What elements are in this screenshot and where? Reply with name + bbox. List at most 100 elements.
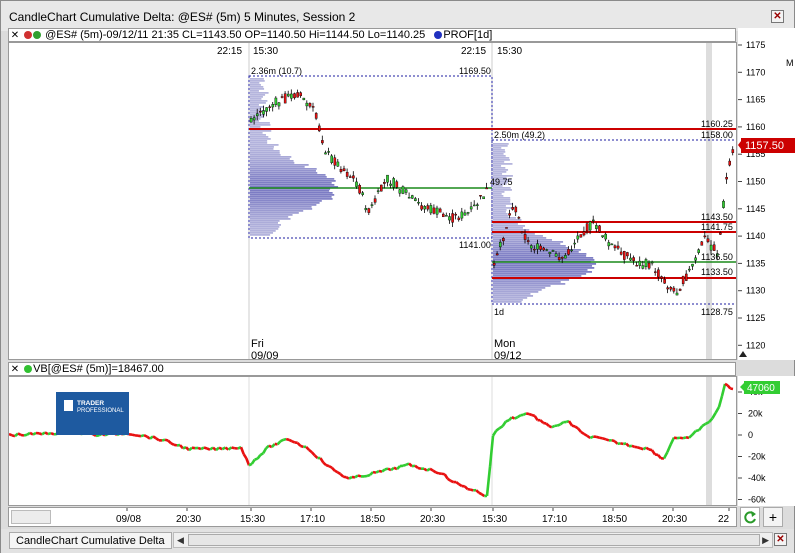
profile-bar	[493, 167, 506, 169]
box2-top-right: 1158.00	[701, 130, 733, 140]
candle-body	[579, 234, 583, 238]
profile-bar	[493, 281, 561, 283]
candle-body	[479, 195, 482, 197]
delta-segment	[637, 446, 641, 450]
delta-segment	[8, 432, 13, 437]
pane-close-icon[interactable]: ✕	[9, 364, 21, 376]
delta-segment	[505, 419, 510, 423]
price-tick-label: 1165	[746, 95, 765, 105]
profile-bar	[250, 158, 290, 160]
time-axis-scroll-box[interactable]	[11, 510, 51, 524]
delta-segment	[239, 446, 245, 455]
time-axis[interactable]: 09/08 20:30 15:30 17:10 18:50 20:30 15:30 17:10…	[8, 507, 737, 527]
candle-body	[321, 140, 324, 144]
candle-body	[432, 207, 436, 214]
profile-bar	[250, 80, 265, 82]
price-scale[interactable]: M 1175 1170 1165 1160 1155 1150 1145 1140 1135 11…	[738, 28, 795, 360]
scroll-down-icon[interactable]	[739, 351, 747, 357]
price-scale-svg: M 11751170116511601155115011451140113511…	[738, 40, 795, 357]
profile-bar	[250, 196, 332, 198]
candle-body	[367, 208, 371, 213]
delta-segment	[441, 472, 445, 476]
profile-bar	[493, 229, 530, 231]
profile-bar	[493, 265, 593, 267]
delta-segment	[47, 431, 52, 436]
pane-close-icon[interactable]: ✕	[9, 30, 21, 42]
delta-segment	[488, 435, 495, 467]
profile-bar	[493, 213, 508, 215]
delta-segment	[218, 446, 223, 451]
refresh-button[interactable]	[740, 507, 760, 527]
delta-segment	[20, 433, 25, 437]
profile-bar	[250, 184, 335, 186]
candle-body	[376, 190, 380, 192]
candle-body	[709, 244, 713, 251]
profile-bar	[250, 216, 289, 218]
candle-body	[511, 207, 515, 210]
candle-body	[557, 257, 561, 260]
delta-segment	[586, 434, 591, 439]
candle-body	[451, 213, 454, 223]
profile-bar	[250, 206, 312, 208]
close-icon[interactable]: ✕	[771, 10, 784, 23]
profile-bar	[250, 82, 260, 84]
candle-body	[438, 208, 442, 213]
candle-body	[629, 257, 632, 261]
profile-bar	[250, 100, 268, 102]
profile-bar	[493, 301, 522, 303]
delta-segment	[215, 446, 220, 452]
scroll-right-icon[interactable]: ▶	[762, 535, 769, 546]
profile-bar	[493, 297, 528, 299]
profile-bar	[250, 84, 261, 86]
candle-body	[495, 253, 499, 256]
profile-bar	[493, 257, 594, 259]
profile-bar	[493, 223, 518, 225]
delta-segment	[330, 466, 336, 472]
candle-body	[681, 275, 685, 285]
level-label: 1143.50	[701, 212, 733, 222]
candle-body	[345, 171, 349, 177]
profile-bar	[250, 232, 274, 234]
candle-body	[567, 249, 570, 255]
candle-body	[706, 238, 710, 242]
profile-bar	[493, 203, 514, 205]
profile-bar	[250, 226, 280, 228]
delta-segment	[463, 485, 469, 491]
delta-chart-area[interactable]: TRADER PROFESSIONAL	[8, 376, 737, 506]
delta-segment	[631, 444, 636, 449]
time-tick-label: 15:30	[482, 514, 507, 525]
profile-bar	[493, 165, 502, 167]
delta-chart-svg[interactable]: TRADER PROFESSIONAL	[8, 377, 736, 505]
price-chart-svg[interactable]: 22:15 15:30 22:15 15:30 2.36m (10.7) 116…	[9, 43, 738, 362]
scrollbar-thumb[interactable]	[188, 534, 760, 546]
candle-body	[514, 206, 518, 213]
delta-segment	[313, 454, 319, 460]
candle-body	[694, 257, 697, 261]
profile-bar	[493, 245, 566, 247]
day-label: Mon	[494, 338, 515, 350]
delta-segment	[310, 451, 316, 457]
profile-bar	[250, 214, 293, 216]
delta-segment	[470, 488, 474, 492]
delta-segment	[319, 457, 325, 464]
candle-body	[265, 107, 268, 112]
tab-candlechart-cumulative-delta[interactable]: CandleChart Cumulative Delta	[9, 532, 172, 549]
horizontal-scrollbar[interactable]: ◀ ▶	[173, 532, 773, 548]
delta-segment	[545, 422, 550, 427]
candle-body	[641, 265, 645, 269]
candle-body	[386, 174, 389, 183]
candle-body	[358, 184, 361, 194]
delta-segment	[589, 435, 594, 440]
delta-segment	[408, 462, 413, 468]
delta-segment	[325, 463, 330, 468]
delta-segment	[611, 439, 616, 443]
tab-close-icon[interactable]: ✕	[774, 533, 787, 546]
window-title: CandleChart Cumulative Delta: @ES# (5m) …	[9, 10, 356, 24]
delta-segment	[296, 441, 302, 447]
delta-segment	[179, 444, 184, 450]
delta-scale[interactable]: 40k20k0-20k-40k-60k 47060	[738, 376, 795, 506]
delta-segment	[23, 433, 28, 437]
add-pane-button[interactable]: +	[763, 507, 783, 527]
price-chart-area[interactable]: 22:15 15:30 22:15 15:30 2.36m (10.7) 116…	[8, 42, 738, 362]
scroll-left-icon[interactable]: ◀	[177, 535, 184, 546]
